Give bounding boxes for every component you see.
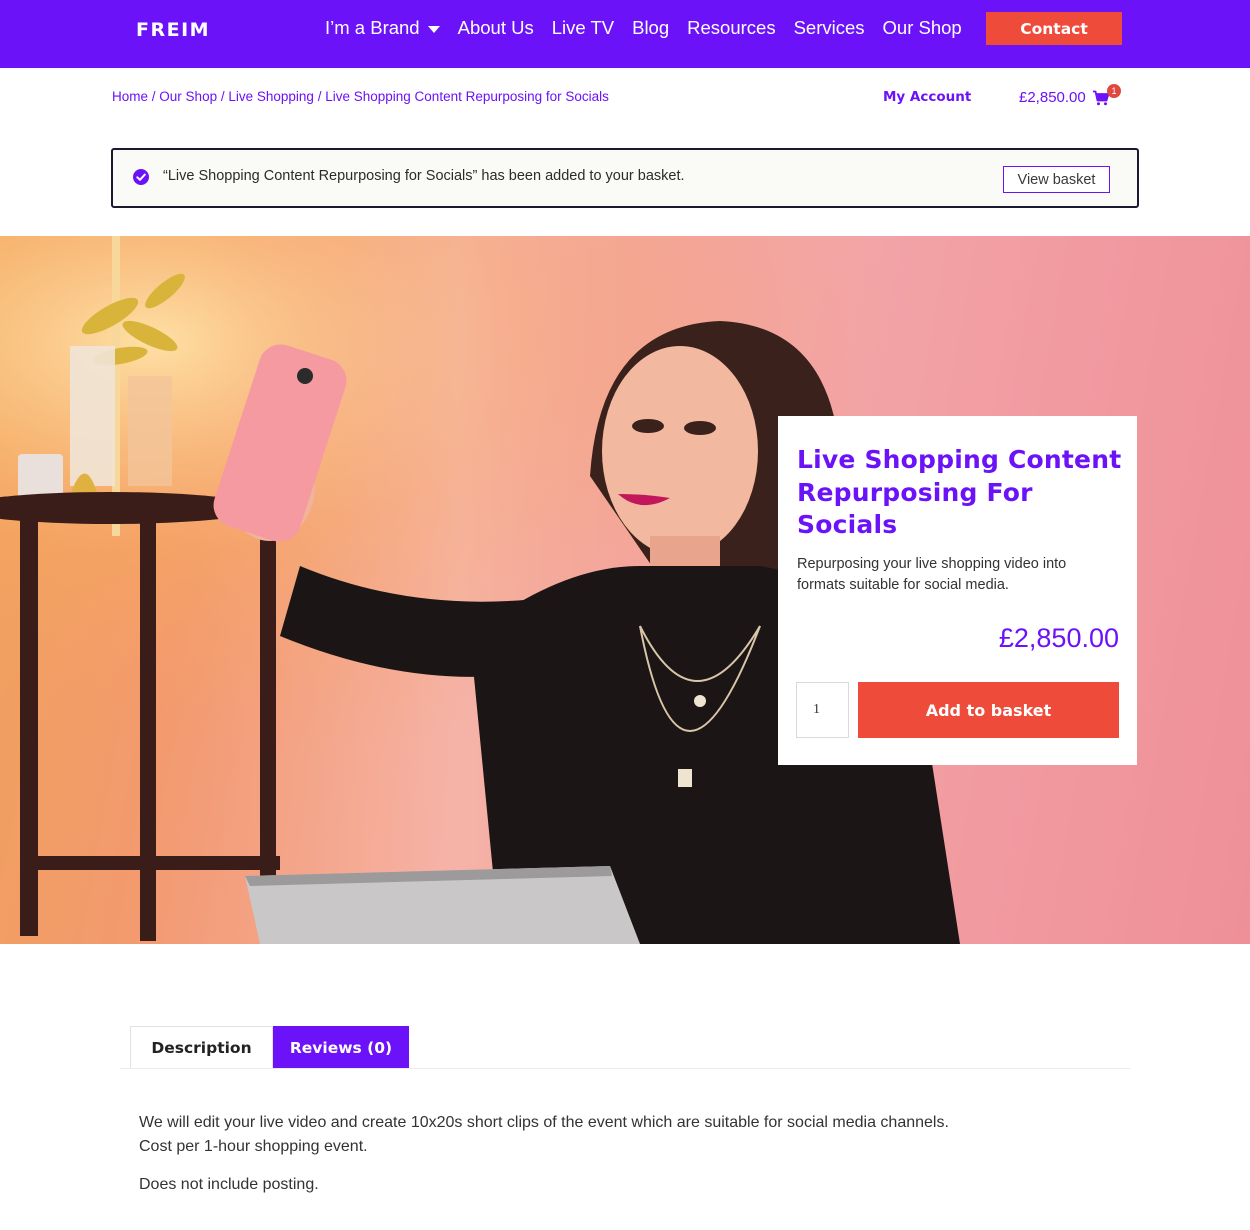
chevron-down-icon [427,25,440,33]
my-account-link[interactable]: My Account [883,89,971,105]
product-description: We will edit your live video and create … [139,1111,1119,1211]
product-price: £2,850.00 [998,623,1119,653]
quantity-input[interactable]: 1 [796,682,849,738]
nav-item-label: I’m a Brand [325,17,420,38]
description-line: Cost per 1-hour shopping event. [139,1138,368,1155]
product-short-description: Repurposing your live shopping video int… [797,556,1067,593]
cart-count-badge: 1 [1107,84,1121,98]
description-paragraph: Does not include posting. [139,1176,319,1193]
cart-total: £2,850.00 [1019,89,1086,106]
contact-button[interactable]: Contact [986,12,1122,45]
site-logo[interactable]: FREIM [136,19,210,41]
notice-message: “Live Shopping Content Repurposing for S… [163,168,685,184]
description-paragraph: We will edit your live video and create … [139,1111,1119,1159]
breadcrumb-home[interactable]: Home [112,89,148,104]
add-to-basket-button[interactable]: Add to basket [858,682,1119,738]
tab-reviews[interactable]: Reviews (0) [273,1026,409,1069]
tabs-divider [120,1068,1130,1069]
nav-item-about-us[interactable]: About Us [458,17,534,39]
main-nav: I’m a Brand About Us Live TV Blog Resour… [325,17,980,39]
check-circle-icon [133,169,149,185]
basket-notice: “Live Shopping Content Repurposing for S… [111,148,1139,208]
nav-item-blog[interactable]: Blog [632,17,669,39]
breadcrumb-our-shop[interactable]: Our Shop [159,89,217,104]
nav-item-services[interactable]: Services [794,17,865,39]
view-basket-button[interactable]: View basket [1003,166,1110,193]
site-header: FREIM I’m a Brand About Us Live TV Blog … [0,0,1250,68]
breadcrumb-live-shopping[interactable]: Live Shopping [228,89,314,104]
product-title: Live Shopping Content Repurposing For So… [797,445,1122,539]
nav-item-im-a-brand[interactable]: I’m a Brand [325,17,440,39]
nav-item-our-shop[interactable]: Our Shop [883,17,962,39]
cart-link[interactable]: £2,850.00 [1019,89,1110,106]
nav-item-resources[interactable]: Resources [687,17,775,39]
product-tabs: Description Reviews (0) [130,1026,409,1069]
breadcrumb-current: Live Shopping Content Repurposing for So… [325,89,609,104]
product-summary-card: Live Shopping Content Repurposing For So… [778,416,1137,765]
breadcrumb: Home / Our Shop / Live Shopping / Live S… [112,87,612,107]
description-line: We will edit your live video and create … [139,1114,949,1131]
nav-item-live-tv[interactable]: Live TV [552,17,614,39]
tab-description[interactable]: Description [130,1026,273,1069]
